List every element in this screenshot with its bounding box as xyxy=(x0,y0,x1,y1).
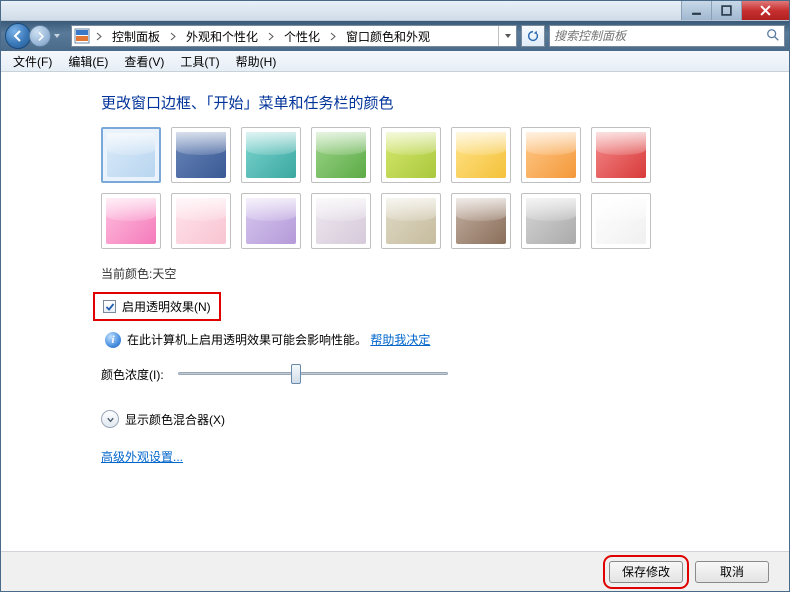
swatch-tile xyxy=(596,198,646,244)
color-swatch-slate[interactable] xyxy=(521,193,581,249)
swatch-tile xyxy=(456,198,506,244)
swatch-tile xyxy=(526,198,576,244)
search-box[interactable] xyxy=(549,25,785,47)
swatch-tile xyxy=(596,132,646,178)
intensity-row: 颜色浓度(I): xyxy=(101,362,789,386)
content-area: 更改窗口边框、「开始」菜单和任务栏的颜色 当前颜色: 天空 启用透明效果(N) … xyxy=(1,72,789,551)
chevron-right-icon xyxy=(264,32,278,41)
breadcrumb-personalization[interactable]: 个性化 xyxy=(278,26,326,46)
transparency-label: 启用透明效果(N) xyxy=(122,298,211,315)
color-swatch-pumpkin[interactable] xyxy=(521,127,581,183)
help-decide-link[interactable]: 帮助我决定 xyxy=(370,331,430,348)
color-swatch-twilight[interactable] xyxy=(171,127,231,183)
swatch-tile xyxy=(106,198,156,244)
color-swatch-blush[interactable] xyxy=(171,193,231,249)
menu-tools[interactable]: 工具(T) xyxy=(172,51,227,72)
transparency-checkbox[interactable] xyxy=(103,300,116,313)
color-swatch-grid xyxy=(101,127,681,249)
swatch-tile xyxy=(316,132,366,178)
refresh-button[interactable] xyxy=(521,25,545,47)
chevron-right-icon xyxy=(92,32,106,41)
performance-note-row: i 在此计算机上启用透明效果可能会影响性能。 帮助我决定 xyxy=(101,331,789,348)
titlebar xyxy=(1,1,789,21)
intensity-slider[interactable] xyxy=(178,362,448,386)
save-button[interactable]: 保存修改 xyxy=(609,561,683,583)
minimize-button[interactable] xyxy=(681,1,711,20)
color-swatch-fuchsia[interactable] xyxy=(101,193,161,249)
color-swatch-lavender[interactable] xyxy=(311,193,371,249)
swatch-tile xyxy=(386,132,436,178)
advanced-settings-link[interactable]: 高级外观设置... xyxy=(101,448,183,465)
current-color-row: 当前颜色: 天空 xyxy=(101,265,789,282)
color-mixer-label: 显示颜色混合器(X) xyxy=(125,411,225,428)
intensity-label: 颜色浓度(I): xyxy=(101,366,164,383)
swatch-tile xyxy=(107,133,155,177)
footer: 保存修改 取消 xyxy=(1,551,789,591)
page-title: 更改窗口边框、「开始」菜单和任务栏的颜色 xyxy=(101,92,789,113)
swatch-tile xyxy=(316,198,366,244)
cancel-button[interactable]: 取消 xyxy=(695,561,769,583)
breadcrumb-appearance[interactable]: 外观和个性化 xyxy=(180,26,264,46)
menu-bar: 文件(F) 编辑(E) 查看(V) 工具(T) 帮助(H) xyxy=(1,51,789,72)
transparency-row: 启用透明效果(N) xyxy=(101,292,789,321)
color-swatch-sun[interactable] xyxy=(451,127,511,183)
maximize-button[interactable] xyxy=(711,1,741,20)
color-swatch-leaf[interactable] xyxy=(311,127,371,183)
forward-button[interactable] xyxy=(29,25,51,47)
color-swatch-chocolate[interactable] xyxy=(451,193,511,249)
breadcrumb-control-panel[interactable]: 控制面板 xyxy=(106,26,166,46)
chevron-right-icon xyxy=(166,32,180,41)
search-icon xyxy=(766,28,780,45)
menu-help[interactable]: 帮助(H) xyxy=(228,51,285,72)
info-icon: i xyxy=(105,332,121,348)
menu-view[interactable]: 查看(V) xyxy=(116,51,172,72)
breadcrumb-window-color[interactable]: 窗口颜色和外观 xyxy=(340,26,436,46)
performance-note-text: 在此计算机上启用透明效果可能会影响性能。 xyxy=(127,331,367,348)
color-swatch-frost[interactable] xyxy=(591,193,651,249)
slider-thumb[interactable] xyxy=(291,364,301,384)
swatch-tile xyxy=(246,198,296,244)
back-button[interactable] xyxy=(5,23,31,49)
highlight-transparency: 启用透明效果(N) xyxy=(93,292,221,321)
menu-edit[interactable]: 编辑(E) xyxy=(60,51,116,72)
personalization-icon xyxy=(72,26,92,46)
slider-track xyxy=(178,372,448,375)
swatch-tile xyxy=(246,132,296,178)
current-color-value: 天空 xyxy=(152,265,176,282)
color-swatch-taupe[interactable] xyxy=(381,193,441,249)
color-swatch-sea[interactable] xyxy=(241,127,301,183)
swatch-tile xyxy=(526,132,576,178)
close-button[interactable] xyxy=(741,1,789,20)
swatch-tile xyxy=(386,198,436,244)
color-swatch-ruby[interactable] xyxy=(591,127,651,183)
advanced-row: 高级外观设置... xyxy=(101,448,789,465)
chevron-down-icon[interactable] xyxy=(101,410,119,428)
color-mixer-row[interactable]: 显示颜色混合器(X) xyxy=(101,410,789,428)
search-input[interactable] xyxy=(554,29,766,43)
current-color-label: 当前颜色: xyxy=(101,265,152,282)
menu-file[interactable]: 文件(F) xyxy=(5,51,60,72)
color-swatch-lime[interactable] xyxy=(381,127,441,183)
chevron-right-icon xyxy=(326,32,340,41)
breadcrumb-dropdown[interactable] xyxy=(498,26,516,46)
swatch-tile xyxy=(176,132,226,178)
color-swatch-violet[interactable] xyxy=(241,193,301,249)
nav-history-dropdown[interactable] xyxy=(51,26,63,46)
address-bar: 控制面板 外观和个性化 个性化 窗口颜色和外观 xyxy=(1,21,789,51)
breadcrumb[interactable]: 控制面板 外观和个性化 个性化 窗口颜色和外观 xyxy=(71,25,517,47)
color-swatch-sky[interactable] xyxy=(101,127,161,183)
nav-buttons xyxy=(5,23,63,49)
window-color-appearance: 控制面板 外观和个性化 个性化 窗口颜色和外观 xyxy=(0,0,790,592)
swatch-tile xyxy=(456,132,506,178)
swatch-tile xyxy=(176,198,226,244)
